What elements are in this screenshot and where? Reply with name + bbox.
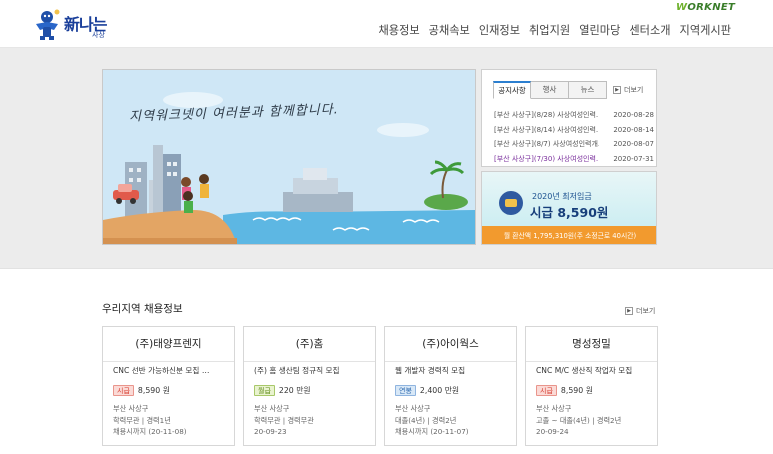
notice-more-label: 더보기 xyxy=(624,86,644,94)
tab-news[interactable]: 뉴스 xyxy=(569,81,607,99)
banner-illustration xyxy=(103,70,475,244)
company-name: (주)홈 xyxy=(244,327,375,362)
nav-item-public-recruit[interactable]: 공채속보 xyxy=(429,22,470,38)
notice-more-button[interactable]: ▶ 더보기 xyxy=(613,85,643,95)
job-card[interactable]: 명성정밀 CNC M/C 생산직 작업자 모집 시급 8,590 원 부산 사상구… xyxy=(525,326,658,446)
site-header: 新나는 사상 WORKNET 채용정보 공채속보 인재정보 취업지원 열린마당 … xyxy=(0,0,773,48)
pay-amount: 8,590 원 xyxy=(137,386,170,395)
pay-amount: 2,400 만원 xyxy=(419,386,460,395)
job-card[interactable]: (주)아이웍스 웹 개발자 경력직 모집 연봉 2,400 만원 부산 사상구 대… xyxy=(384,326,517,446)
logo-subtext: 사상 xyxy=(92,31,105,39)
notice-date: 2020-07-31 xyxy=(613,154,654,163)
tab-events[interactable]: 행사 xyxy=(531,81,569,99)
notice-title: [부산 사상구](8/14) 사상여성인력… xyxy=(494,125,599,134)
jobs-section-title: 우리지역 채용정보 xyxy=(102,303,183,315)
notice-board: 공지사항 행사 뉴스 ▶ 더보기 [부산 사상구](8/28) 사상여성인력… 20… xyxy=(481,69,657,167)
nav-item-talent[interactable]: 인재정보 xyxy=(479,22,520,38)
nav-item-open-forum[interactable]: 열린마당 xyxy=(579,22,620,38)
tab-notice[interactable]: 공지사항 xyxy=(493,81,531,99)
notice-list: [부산 사상구](8/28) 사상여성인력… 2020-08-28 [부산 사상구… xyxy=(494,108,654,166)
notice-title: [부산 사상구](7/30) 사상여성인력… xyxy=(494,154,599,163)
job-requirements: 대졸(4년) | 경력2년 xyxy=(395,415,457,425)
jobs-more-button[interactable]: ▶ 더보기 xyxy=(625,306,655,316)
job-details: 부산 사상구 학력무관 | 경력1년 채용시까지 (20-11-08) xyxy=(113,403,187,438)
job-location: 부산 사상구 xyxy=(254,404,290,413)
company-name: (주)아이웍스 xyxy=(385,327,516,362)
list-item[interactable]: [부산 사상구](7/30) 사상여성인력… 2020-07-31 xyxy=(494,152,654,167)
pay-info: 시급 8,590 원 xyxy=(113,385,170,396)
mascot-icon xyxy=(36,9,60,40)
job-location: 부산 사상구 xyxy=(536,404,572,413)
notice-date: 2020-08-14 xyxy=(613,125,654,134)
job-details: 부산 사상구 학력무관 | 경력무관 20-09-23 xyxy=(254,403,314,438)
chevron-right-icon: ▶ xyxy=(613,86,621,94)
job-deadline: 20-09-24 xyxy=(536,427,569,436)
pay-type-badge: 시급 xyxy=(113,385,134,396)
wallet-icon xyxy=(499,191,523,215)
job-requirements: 학력무관 | 경력무관 xyxy=(254,415,314,425)
nav-item-jobs[interactable]: 채용정보 xyxy=(379,22,420,38)
minimum-wage-banner[interactable]: 2020년 최저임금 시급 8,590원 월 환산액 1,795,310원(주 … xyxy=(481,171,657,245)
job-title: (주) 홈 생산팀 정규직 모집 xyxy=(254,366,340,375)
pay-amount: 220 만원 xyxy=(278,386,311,395)
job-card[interactable]: (주)홈 (주) 홈 생산팀 정규직 모집 월급 220 만원 부산 사상구 학력… xyxy=(243,326,376,446)
job-location: 부산 사상구 xyxy=(113,404,149,413)
list-item[interactable]: [부산 사상구](8/28) 사상여성인력… 2020-08-28 xyxy=(494,108,654,123)
nav-item-local-board[interactable]: 지역게시판 xyxy=(680,22,731,38)
job-card[interactable]: (주)태양프렌지 CNC 선반 가능하신분 모집 … 시급 8,590 원 부산 … xyxy=(102,326,235,446)
nav-item-center-intro[interactable]: 센터소개 xyxy=(629,22,670,38)
job-title: 웹 개발자 경력직 모집 xyxy=(395,366,466,375)
pay-info: 연봉 2,400 만원 xyxy=(395,385,459,396)
worknet-logo[interactable]: WORKNET xyxy=(676,2,735,13)
wage-detail: 월 환산액 1,795,310원(주 소정근로 40시간) xyxy=(482,226,656,244)
wage-title: 2020년 최저임금 xyxy=(532,192,592,201)
pay-amount: 8,590 원 xyxy=(560,386,593,395)
job-location: 부산 사상구 xyxy=(395,404,431,413)
hero-band: 지역워크넷이 여러분과 함께합니다. 공지사항 행사 뉴스 ▶ 더보기 [부산 사… xyxy=(0,48,773,269)
job-deadline: 채용시까지 (20-11-08) xyxy=(113,427,187,436)
job-details: 부산 사상구 대졸(4년) | 경력2년 채용시까지 (20-11-07) xyxy=(395,403,469,438)
chevron-right-icon: ▶ xyxy=(625,307,633,315)
notice-date: 2020-08-07 xyxy=(613,140,654,148)
notice-date: 2020-08-28 xyxy=(613,111,654,119)
main-banner[interactable]: 지역워크넷이 여러분과 함께합니다. xyxy=(102,69,476,245)
main-nav: 채용정보 공채속보 인재정보 취업지원 열린마당 센터소개 지역게시판 xyxy=(379,22,732,38)
pay-info: 월급 220 만원 xyxy=(254,385,311,396)
pay-info: 시급 8,590 원 xyxy=(536,385,593,396)
job-requirements: 고졸 ~ 대졸(4년) | 경력2년 xyxy=(536,415,622,425)
notice-title: [부산 사상구](8/28) 사상여성인력… xyxy=(494,111,599,119)
site-logo[interactable]: 新나는 사상 xyxy=(30,8,108,42)
pay-type-badge: 연봉 xyxy=(395,385,416,396)
list-item[interactable]: [부산 사상구](8/14) 사상여성인력… 2020-08-14 xyxy=(494,123,654,138)
job-title: CNC M/C 생산직 작업자 모집 xyxy=(536,366,633,375)
job-requirements: 학력무관 | 경력1년 xyxy=(113,415,171,425)
company-name: (주)태양프렌지 xyxy=(103,327,234,362)
job-deadline: 채용시까지 (20-11-07) xyxy=(395,427,469,436)
job-details: 부산 사상구 고졸 ~ 대졸(4년) | 경력2년 20-09-24 xyxy=(536,403,621,438)
nav-item-employment-support[interactable]: 취업지원 xyxy=(529,22,570,38)
company-name: 명성정밀 xyxy=(526,327,657,362)
notice-title: [부산 사상구](8/7) 사상여성인력개… xyxy=(494,140,599,148)
pay-type-badge: 월급 xyxy=(254,385,275,396)
wage-amount: 시급 8,590원 xyxy=(530,205,609,220)
list-item[interactable]: [부산 사상구](8/7) 사상여성인력개… 2020-08-07 xyxy=(494,137,654,152)
job-deadline: 20-09-23 xyxy=(254,427,287,436)
job-title: CNC 선반 가능하신분 모집 … xyxy=(113,366,210,375)
jobs-more-label: 더보기 xyxy=(636,307,656,315)
notice-tabs: 공지사항 행사 뉴스 xyxy=(493,81,607,99)
pay-type-badge: 시급 xyxy=(536,385,557,396)
